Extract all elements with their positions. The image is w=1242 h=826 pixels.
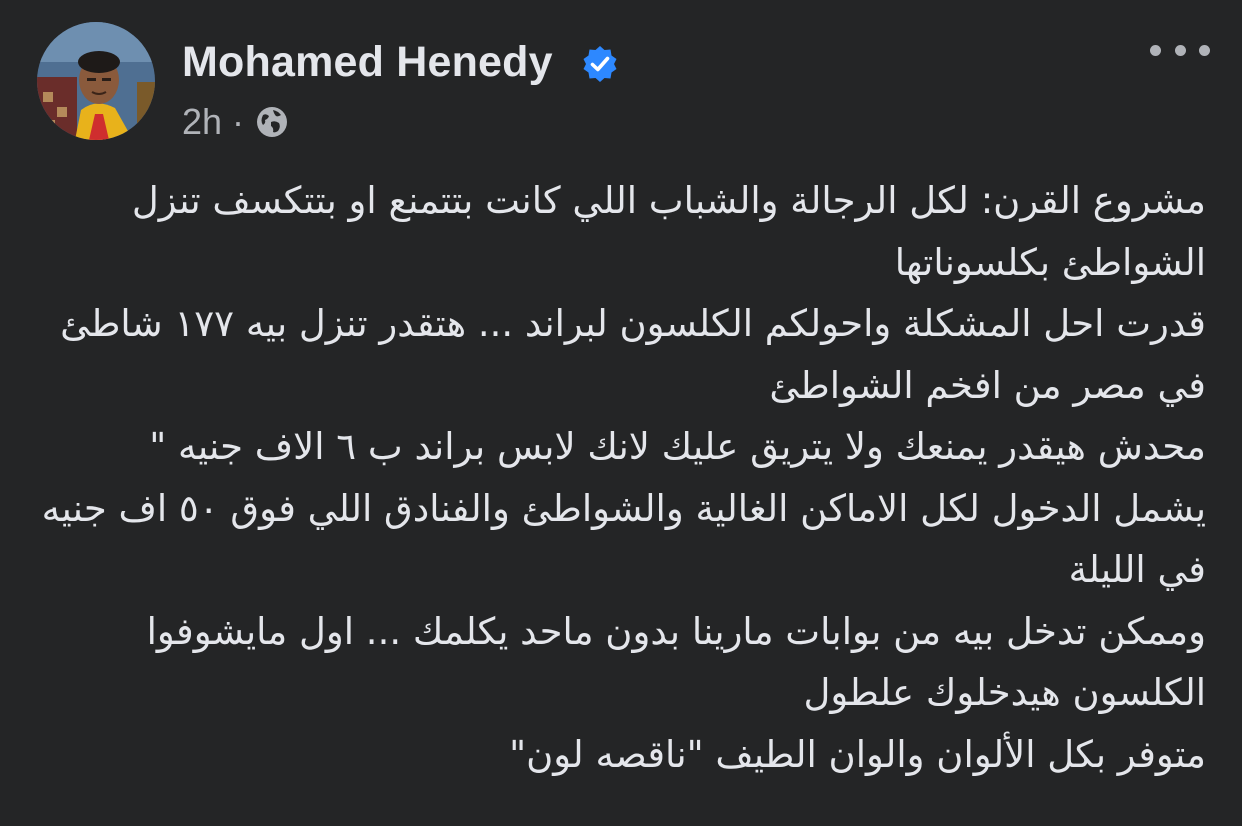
more-dot xyxy=(1174,44,1186,56)
author-name[interactable]: Mohamed Henedy xyxy=(182,38,553,87)
avatar[interactable] xyxy=(37,22,155,140)
post-text-line: قدرت احل المشكلة واحولكم الكلسون لبراند … xyxy=(60,302,1206,407)
post-text-line: وممكن تدخل بيه من بوابات مارينا بدون ماح… xyxy=(146,609,1206,715)
profile-photo xyxy=(37,22,155,140)
post-timestamp[interactable]: 2h xyxy=(182,101,222,143)
post-text-line: مشروع القرن: لكل الرجالة والشباب اللي كا… xyxy=(131,179,1206,284)
verified-badge-icon xyxy=(583,46,617,82)
post-text-line: متوفر بكل الألوان والوان الطيف "ناقصه لو… xyxy=(509,732,1206,776)
more-dot xyxy=(1150,44,1161,56)
post-text-line: يشمل الدخول لكل الاماكن الغالية والشواطئ… xyxy=(41,486,1206,592)
post-text-line: محدش هيقدر يمنعك ولا يتريق عليك لانك لاب… xyxy=(149,425,1206,468)
post-meta: 2h · xyxy=(182,100,290,144)
more-dot xyxy=(1199,44,1210,56)
globe-icon[interactable] xyxy=(254,104,290,140)
post-body: مشروع القرن: لكل الرجالة والشباب اللي كا… xyxy=(40,170,1206,785)
facebook-post: Mohamed Henedy 2h · مشروع القرن: لكل الر… xyxy=(0,0,1242,826)
meta-separator: · xyxy=(232,101,245,142)
more-options-icon[interactable] xyxy=(1150,30,1210,70)
